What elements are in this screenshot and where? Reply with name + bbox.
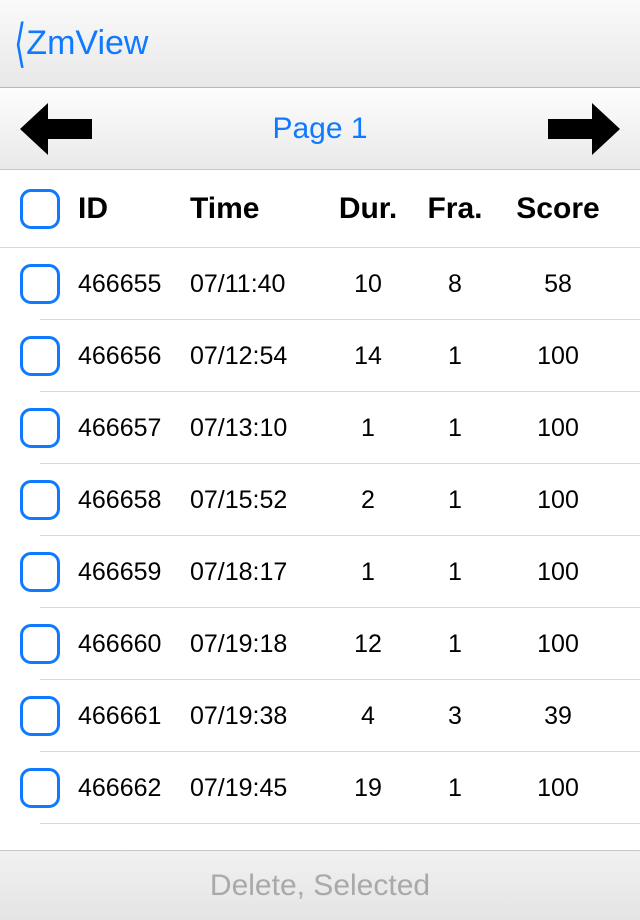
cell-id: 466658 <box>78 486 190 515</box>
cell-duration: 12 <box>326 630 410 659</box>
table-row[interactable]: 46665807/15:5221100 <box>0 464 640 536</box>
row-checkbox[interactable] <box>20 264 60 304</box>
cell-time: 07/19:45 <box>190 774 326 803</box>
cell-id: 466656 <box>78 342 190 371</box>
column-header-time: Time <box>190 192 326 226</box>
cell-score: 100 <box>500 486 616 515</box>
table-row[interactable]: 46665707/13:1011100 <box>0 392 640 464</box>
cell-frames: 1 <box>410 486 500 515</box>
arrow-right-icon <box>548 103 620 155</box>
cell-score: 39 <box>500 702 616 731</box>
cell-time: 07/15:52 <box>190 486 326 515</box>
cell-id: 466661 <box>78 702 190 731</box>
cell-frames: 3 <box>410 702 500 731</box>
delete-selected-button[interactable]: Delete, Selected <box>210 869 430 903</box>
cell-duration: 1 <box>326 414 410 443</box>
row-checkbox[interactable] <box>20 480 60 520</box>
row-divider <box>40 823 640 824</box>
previous-page-button[interactable] <box>20 103 92 155</box>
cell-frames: 8 <box>410 270 500 299</box>
row-checkbox[interactable] <box>20 408 60 448</box>
back-title: ZmView <box>26 24 148 63</box>
row-checkbox[interactable] <box>20 336 60 376</box>
column-header-id: ID <box>78 192 190 226</box>
page-label: Page 1 <box>272 112 367 146</box>
column-header-duration: Dur. <box>326 192 410 226</box>
cell-id: 466660 <box>78 630 190 659</box>
table-row[interactable]: 46665607/12:54141100 <box>0 320 640 392</box>
back-button[interactable]: ⟨ ZmView <box>10 18 148 70</box>
cell-duration: 14 <box>326 342 410 371</box>
events-table: ID Time Dur. Fra. Score 46665507/11:4010… <box>0 170 640 824</box>
footer-toolbar: Delete, Selected <box>0 850 640 920</box>
navigation-bar: ⟨ ZmView <box>0 0 640 88</box>
cell-id: 466655 <box>78 270 190 299</box>
table-row[interactable]: 46666007/19:18121100 <box>0 608 640 680</box>
cell-duration: 10 <box>326 270 410 299</box>
table-row[interactable]: 46665907/18:1711100 <box>0 536 640 608</box>
cell-duration: 19 <box>326 774 410 803</box>
cell-frames: 1 <box>410 558 500 587</box>
cell-id: 466662 <box>78 774 190 803</box>
chevron-left-icon: ⟨ <box>14 18 26 70</box>
column-header-score: Score <box>500 192 616 226</box>
cell-score: 100 <box>500 774 616 803</box>
cell-time: 07/18:17 <box>190 558 326 587</box>
arrow-left-icon <box>20 103 92 155</box>
table-header-row: ID Time Dur. Fra. Score <box>0 170 640 248</box>
cell-score: 100 <box>500 558 616 587</box>
table-row[interactable]: 46666207/19:45191100 <box>0 752 640 824</box>
select-all-checkbox[interactable] <box>20 189 60 229</box>
cell-frames: 1 <box>410 630 500 659</box>
cell-frames: 1 <box>410 342 500 371</box>
cell-score: 100 <box>500 342 616 371</box>
cell-time: 07/11:40 <box>190 270 326 299</box>
cell-duration: 1 <box>326 558 410 587</box>
cell-frames: 1 <box>410 414 500 443</box>
cell-score: 100 <box>500 630 616 659</box>
cell-duration: 2 <box>326 486 410 515</box>
next-page-button[interactable] <box>548 103 620 155</box>
row-checkbox[interactable] <box>20 552 60 592</box>
cell-frames: 1 <box>410 774 500 803</box>
row-checkbox[interactable] <box>20 696 60 736</box>
table-row[interactable]: 46666107/19:384339 <box>0 680 640 752</box>
row-checkbox[interactable] <box>20 624 60 664</box>
cell-time: 07/19:18 <box>190 630 326 659</box>
cell-duration: 4 <box>326 702 410 731</box>
cell-id: 466659 <box>78 558 190 587</box>
cell-score: 58 <box>500 270 616 299</box>
cell-id: 466657 <box>78 414 190 443</box>
pager-bar: Page 1 <box>0 88 640 170</box>
column-header-frames: Fra. <box>410 192 500 226</box>
table-row[interactable]: 46665507/11:4010858 <box>0 248 640 320</box>
cell-time: 07/13:10 <box>190 414 326 443</box>
row-checkbox[interactable] <box>20 768 60 808</box>
cell-score: 100 <box>500 414 616 443</box>
cell-time: 07/19:38 <box>190 702 326 731</box>
cell-time: 07/12:54 <box>190 342 326 371</box>
